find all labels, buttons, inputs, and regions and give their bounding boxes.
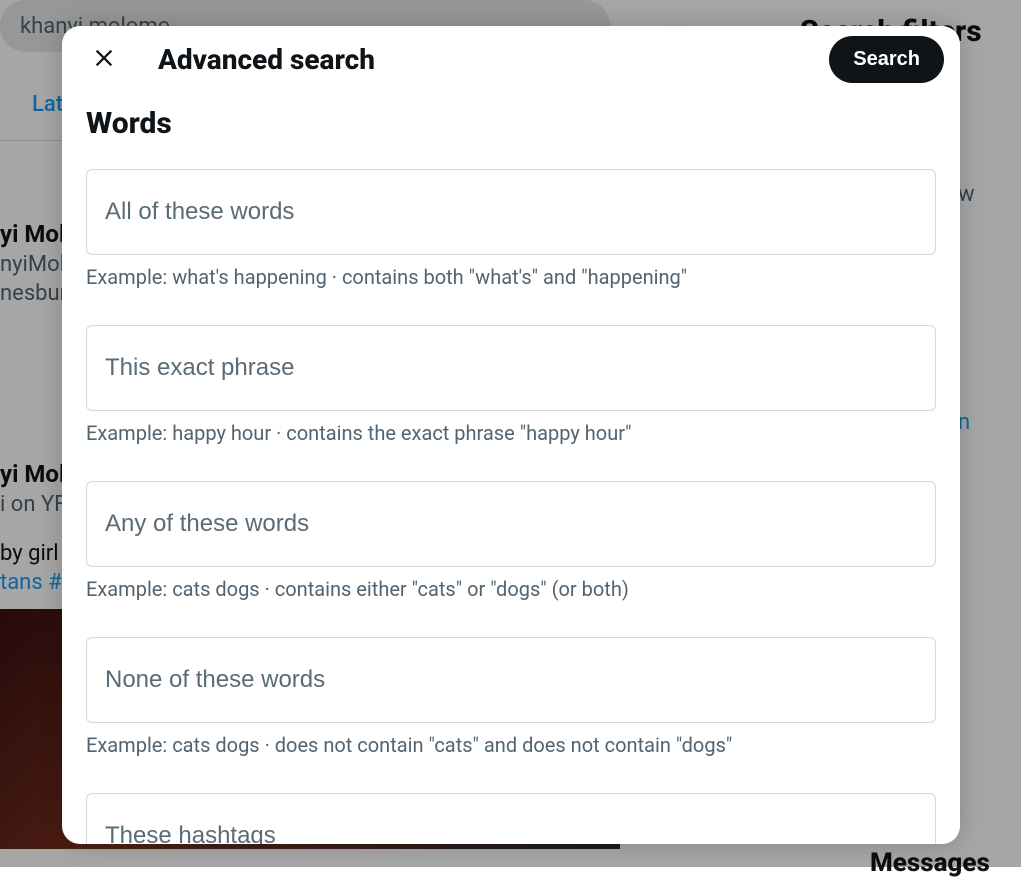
- none-words-hint: Example: cats dogs · does not contain "c…: [86, 733, 936, 757]
- field-none-words: Example: cats dogs · does not contain "c…: [86, 637, 936, 757]
- field-exact-phrase: Example: happy hour · contains the exact…: [86, 325, 936, 445]
- modal-body[interactable]: Words Example: what's happening · contai…: [62, 92, 960, 844]
- any-words-hint: Example: cats dogs · contains either "ca…: [86, 577, 936, 601]
- modal-header: Advanced search Search: [62, 26, 960, 92]
- field-hashtags: Example: #ThrowbackThursday · contains t…: [86, 793, 936, 844]
- exact-phrase-input[interactable]: [86, 325, 936, 411]
- all-words-input[interactable]: [86, 169, 936, 255]
- advanced-search-modal: Advanced search Search Words Example: wh…: [62, 26, 960, 844]
- all-words-hint: Example: what's happening · contains bot…: [86, 265, 936, 289]
- section-heading-words: Words: [86, 106, 936, 141]
- close-button[interactable]: [86, 41, 122, 77]
- close-icon: [93, 47, 115, 72]
- search-button[interactable]: Search: [829, 36, 944, 83]
- hashtags-input[interactable]: [86, 793, 936, 844]
- exact-phrase-hint: Example: happy hour · contains the exact…: [86, 421, 936, 445]
- modal-title: Advanced search: [158, 43, 375, 76]
- field-any-words: Example: cats dogs · contains either "ca…: [86, 481, 936, 601]
- none-words-input[interactable]: [86, 637, 936, 723]
- field-all-words: Example: what's happening · contains bot…: [86, 169, 936, 289]
- any-words-input[interactable]: [86, 481, 936, 567]
